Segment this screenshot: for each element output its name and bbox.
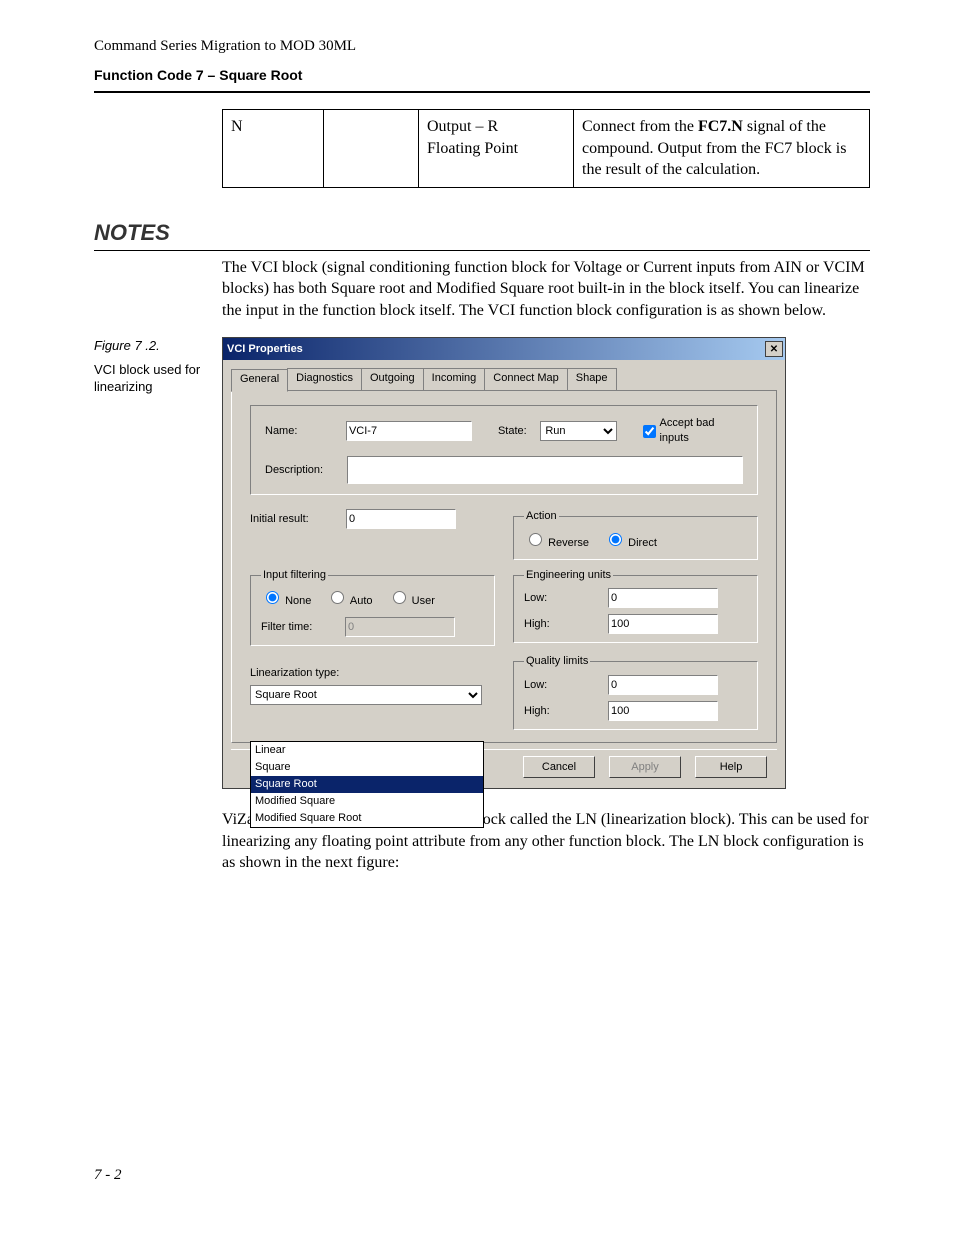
- cell-col3: Output – RFloating Point: [419, 110, 574, 188]
- tab-shape[interactable]: Shape: [567, 368, 617, 390]
- action-direct-radio[interactable]: [609, 533, 622, 546]
- apply-button: Apply: [609, 756, 681, 778]
- state-select[interactable]: Run: [540, 421, 617, 441]
- section-title: Function Code 7 – Square Root: [94, 66, 870, 85]
- quality-limits-group: Quality limits Low: High:: [513, 654, 758, 730]
- dropdown-option[interactable]: Modified Square: [251, 793, 483, 810]
- cell-col4: Connect from the FC7.N signal of the com…: [574, 110, 870, 188]
- linearization-type-select[interactable]: Square Root: [250, 685, 482, 705]
- page-number: 7 - 2: [94, 1165, 122, 1185]
- description-label: Description:: [265, 463, 347, 478]
- cancel-button[interactable]: Cancel: [523, 756, 595, 778]
- cell-col2: [324, 110, 419, 188]
- quality-limits-legend: Quality limits: [524, 654, 590, 669]
- dropdown-option[interactable]: Linear: [251, 742, 483, 759]
- notes-heading: NOTES: [94, 218, 870, 251]
- initial-result-label: Initial result:: [250, 512, 346, 527]
- eng-high-label: High:: [524, 617, 608, 632]
- action-reverse-radio[interactable]: [529, 533, 542, 546]
- output-table: N Output – RFloating Point Connect from …: [222, 109, 870, 188]
- filter-user-radio[interactable]: [393, 591, 406, 604]
- ql-high-label: High:: [524, 704, 608, 719]
- tab-outgoing[interactable]: Outgoing: [361, 368, 424, 390]
- ql-low-label: Low:: [524, 678, 608, 693]
- tab-incoming[interactable]: Incoming: [423, 368, 486, 390]
- tab-strip: General Diagnostics Outgoing Incoming Co…: [231, 368, 777, 391]
- initial-result-input[interactable]: [346, 509, 456, 529]
- table-row: N Output – RFloating Point Connect from …: [223, 110, 870, 188]
- accept-bad-inputs-label: Accept bad inputs: [659, 416, 743, 446]
- description-input[interactable]: [347, 456, 743, 484]
- filter-time-label: Filter time:: [261, 620, 345, 635]
- filter-auto-radio[interactable]: [331, 591, 344, 604]
- filter-time-input: [345, 617, 455, 637]
- dialog-title: VCI Properties: [227, 342, 303, 357]
- eng-low-label: Low:: [524, 591, 608, 606]
- running-header: Command Series Migration to MOD 30ML: [94, 36, 870, 56]
- ql-low-input[interactable]: [608, 675, 718, 695]
- close-icon[interactable]: ✕: [765, 341, 783, 357]
- help-button[interactable]: Help: [695, 756, 767, 778]
- engineering-units-group: Engineering units Low: High:: [513, 568, 758, 644]
- cell-col1: N: [223, 110, 324, 188]
- accept-bad-inputs-checkbox[interactable]: [643, 425, 656, 438]
- action-legend: Action: [524, 509, 559, 524]
- name-label: Name:: [265, 424, 346, 439]
- dialog-titlebar[interactable]: VCI Properties ✕: [223, 338, 785, 360]
- filter-none-radio[interactable]: [266, 591, 279, 604]
- eng-low-input[interactable]: [608, 588, 718, 608]
- tab-connect-map[interactable]: Connect Map: [484, 368, 567, 390]
- tab-panel-general: Name: State: Run Accept bad inputs: [231, 391, 777, 743]
- tab-diagnostics[interactable]: Diagnostics: [287, 368, 362, 390]
- input-filtering-group: Input filtering None Auto User Filter ti…: [250, 568, 495, 647]
- dropdown-option-selected[interactable]: Square Root: [251, 776, 483, 793]
- vci-properties-dialog: VCI Properties ✕ General Diagnostics Out…: [222, 337, 786, 789]
- dropdown-option[interactable]: Square: [251, 759, 483, 776]
- name-input[interactable]: [346, 421, 472, 441]
- engineering-units-legend: Engineering units: [524, 568, 613, 583]
- action-group: Action Reverse Direct: [513, 509, 758, 560]
- tab-general[interactable]: General: [231, 369, 288, 392]
- dropdown-option[interactable]: Modified Square Root: [251, 810, 483, 827]
- eng-high-input[interactable]: [608, 614, 718, 634]
- linearization-type-label: Linearization type:: [250, 666, 495, 681]
- notes-para-1: The VCI block (signal conditioning funct…: [222, 257, 870, 322]
- linearization-dropdown-list[interactable]: Linear Square Square Root Modified Squar…: [250, 741, 484, 827]
- figure-caption: VCI block used for linearizing: [94, 361, 222, 396]
- ql-high-input[interactable]: [608, 701, 718, 721]
- figure-number: Figure 7 .2.: [94, 337, 222, 355]
- state-label: State:: [498, 424, 540, 439]
- input-filtering-legend: Input filtering: [261, 568, 328, 583]
- rule: [94, 91, 870, 93]
